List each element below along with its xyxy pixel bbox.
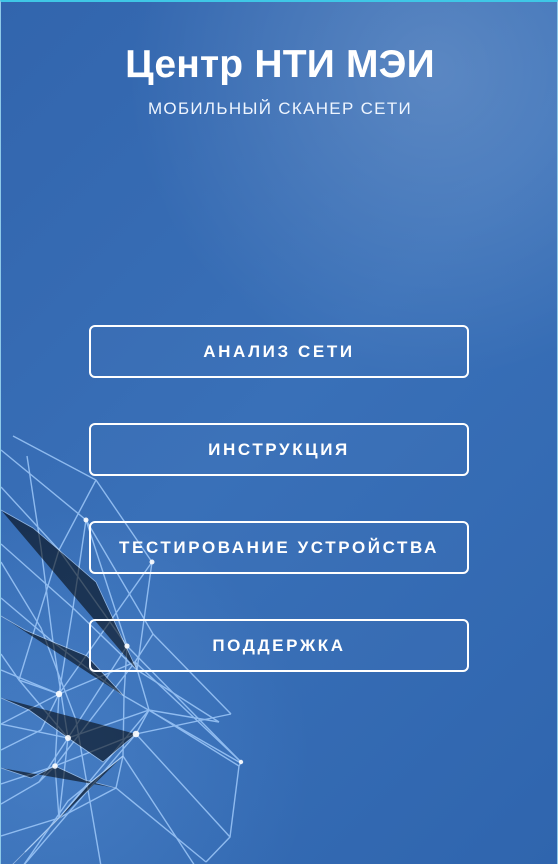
support-button[interactable]: ПОДДЕРЖКА	[89, 619, 469, 672]
instructions-button[interactable]: ИНСТРУКЦИЯ	[89, 423, 469, 476]
main-menu: АНАЛИЗ СЕТИ ИНСТРУКЦИЯ ТЕСТИРОВАНИЕ УСТР…	[89, 325, 469, 672]
app-subtitle: МОБИЛЬНЫЙ СКАНЕР СЕТИ	[147, 99, 413, 118]
mobile-home-screen: Центр НТИ МЭИ МОБИЛЬНЫЙ СКАНЕР СЕТИ АНАЛ…	[0, 0, 558, 864]
page-title: Центр НТИ МЭИ	[125, 43, 435, 86]
device-testing-button[interactable]: ТЕСТИРОВАНИЕ УСТРОЙСТВА	[89, 521, 469, 574]
network-analysis-button[interactable]: АНАЛИЗ СЕТИ	[89, 325, 469, 378]
header: Центр НТИ МЭИ МОБИЛЬНЫЙ СКАНЕР СЕТИ	[1, 40, 557, 120]
